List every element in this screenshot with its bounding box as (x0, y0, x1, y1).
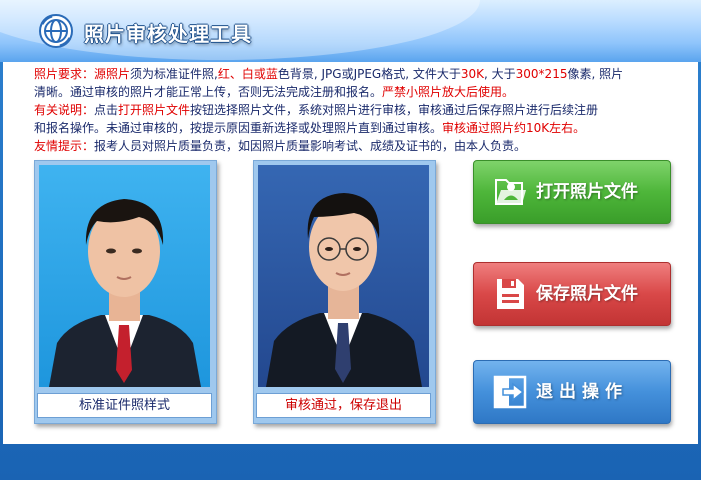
enlarge-warning-text: 严禁小照片放大后使用。 (382, 85, 515, 99)
save-photo-label: 保存照片文件 (536, 284, 638, 304)
instructions-text-1: 点击 (94, 103, 119, 117)
open-file-reference: 打开照片文件 (118, 103, 191, 117)
open-photo-label: 打开照片文件 (536, 182, 638, 202)
save-disk-icon (497, 279, 524, 309)
requirements-text-3: , 大于 (484, 67, 516, 81)
info-line-clarity: 清晰。通过审核的照片才能正常上传，否则无法完成注册和报名。严禁小照片放大后使用。 (34, 83, 674, 101)
info-text: 照片要求：源照片须为标准证件照,红、白或蓝色背景, JPG或JPEG格式, 文件… (34, 65, 674, 155)
min-size-text: 30K (460, 67, 485, 81)
save-photo-button[interactable]: 保存照片文件 (473, 262, 671, 326)
clarity-text: 清晰。通过审核的照片才能正常上传，否则无法完成注册和报名。 (34, 85, 383, 99)
info-line-instructions: 有关说明：点击打开照片文件按钮选择照片文件，系统对照片进行审核，审核通过后保存照… (34, 101, 674, 119)
tip-label: 友情提示： (34, 139, 95, 153)
source-photo-text: 源照片 (94, 67, 131, 81)
requirements-text-2: 色背景, JPG或JPEG格式, 文件大于 (277, 67, 461, 81)
instructions-text-2: 按钮选择照片文件，系统对照片进行审核，审核通过后保存照片进行后续注册 (190, 103, 599, 117)
result-photo-caption: 审核通过，保存退出 (256, 393, 431, 418)
min-dimensions-text: 300*215 (515, 67, 568, 81)
info-line-process: 和报名操作。未通过审核的，按提示原因重新选择或处理照片直到通过审核。审核通过照片… (34, 119, 674, 137)
sample-photo (39, 165, 210, 387)
process-text: 和报名操作。未通过审核的，按提示原因重新选择或处理照片直到通过审核。 (34, 121, 443, 135)
tip-text: 报考人员对照片质量负责，如因照片质量影响考试、成绩及证书的，由本人负责。 (94, 139, 527, 153)
exit-arrow-icon (493, 375, 527, 409)
sample-photo-caption: 标准证件照样式 (37, 393, 212, 418)
main-panel: 照片要求：源照片须为标准证件照,红、白或蓝色背景, JPG或JPEG格式, 文件… (3, 62, 698, 444)
exit-button[interactable]: 退出操作 (473, 360, 671, 424)
app-title: 照片审核处理工具 (84, 22, 252, 46)
result-size-text: 审核通过照片约10K左右。 (442, 121, 586, 135)
info-line-requirements: 照片要求：源照片须为标准证件照,红、白或蓝色背景, JPG或JPEG格式, 文件… (34, 65, 674, 83)
info-line-tip: 友情提示：报考人员对照片质量负责，如因照片质量影响考试、成绩及证书的，由本人负责… (34, 137, 674, 155)
requirements-text-1: 须为标准证件照, (130, 67, 218, 81)
globe-logo-icon (39, 14, 73, 48)
requirements-label: 照片要求： (34, 67, 95, 81)
background-colors-text: 红、白或蓝 (217, 67, 278, 81)
sample-photo-frame: 标准证件照样式 (34, 160, 217, 424)
requirements-text-4: 像素, 照片 (567, 67, 624, 81)
sample-person-figure (39, 165, 210, 387)
title-bar: 照片审核处理工具 (0, 0, 701, 62)
open-file-icon (495, 179, 526, 205)
result-photo-frame: 审核通过，保存退出 (253, 160, 436, 424)
result-photo (258, 165, 429, 387)
open-photo-button[interactable]: 打开照片文件 (473, 160, 671, 224)
instructions-label: 有关说明： (34, 103, 95, 117)
exit-label: 退出操作 (536, 382, 628, 402)
result-person-figure (258, 165, 429, 387)
